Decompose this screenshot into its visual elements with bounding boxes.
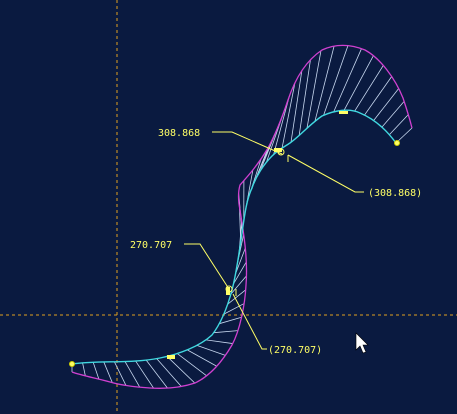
comb-tooth xyxy=(205,339,233,344)
upper-dimension-parenthesized-label[interactable]: (308.868) xyxy=(368,188,422,199)
comb-tooth xyxy=(333,48,362,113)
comb-tooth xyxy=(290,70,303,143)
curvature-comb-envelope xyxy=(71,44,413,389)
comb-tooth xyxy=(314,46,335,122)
comb-tooth xyxy=(103,361,113,383)
comb-tooth xyxy=(323,45,349,116)
spline-point-handle[interactable] xyxy=(167,355,175,359)
comb-tooth xyxy=(306,50,322,129)
spline-start-point[interactable] xyxy=(69,361,75,367)
comb-tooth xyxy=(114,361,127,386)
comb-tooth xyxy=(177,353,207,377)
lower-dimension-label[interactable]: 270.707 xyxy=(130,240,172,251)
comb-tooth xyxy=(156,358,182,387)
comb-tooth xyxy=(343,55,374,111)
mouse-pointer-arrow-icon xyxy=(355,332,369,354)
comb-tooth xyxy=(145,359,168,389)
comb-tooth xyxy=(196,344,226,356)
comb-tooth xyxy=(82,362,86,376)
comb-tooth xyxy=(92,362,100,380)
upper-dimension-label[interactable]: 308.868 xyxy=(158,128,200,139)
spline-point-handle[interactable] xyxy=(339,111,348,114)
spline-interpolation-points[interactable] xyxy=(69,111,400,367)
comb-tooth xyxy=(124,361,141,388)
curvature-analysis-canvas[interactable]: 308.868 (308.868) 270.707 (270.707) xyxy=(0,0,457,414)
comb-tooth xyxy=(373,88,400,121)
lower-dimension-parenthesized-label[interactable]: (270.707) xyxy=(268,345,322,356)
spline-end-point[interactable] xyxy=(394,140,400,146)
cad-graphics-window[interactable]: 308.868 (308.868) 270.707 (270.707) xyxy=(0,0,457,414)
comb-tooth xyxy=(187,349,217,367)
comb-tooth xyxy=(354,65,384,112)
lower-dimension-annotation[interactable]: 270.707 (270.707) xyxy=(130,240,322,356)
comb-tooth xyxy=(213,330,238,334)
comb-tooth xyxy=(364,76,393,116)
curvature-comb-teeth xyxy=(71,45,413,389)
lower-dimension-leader xyxy=(184,243,230,290)
upper-dimension-annotation[interactable]: 308.868 (308.868) xyxy=(158,128,422,199)
lower-dimension-leader-secondary xyxy=(232,293,267,350)
comb-tooth xyxy=(166,356,196,384)
comb-tooth xyxy=(389,114,409,136)
upper-dimension-leader-secondary xyxy=(287,154,364,193)
spline-curve[interactable] xyxy=(71,109,397,365)
